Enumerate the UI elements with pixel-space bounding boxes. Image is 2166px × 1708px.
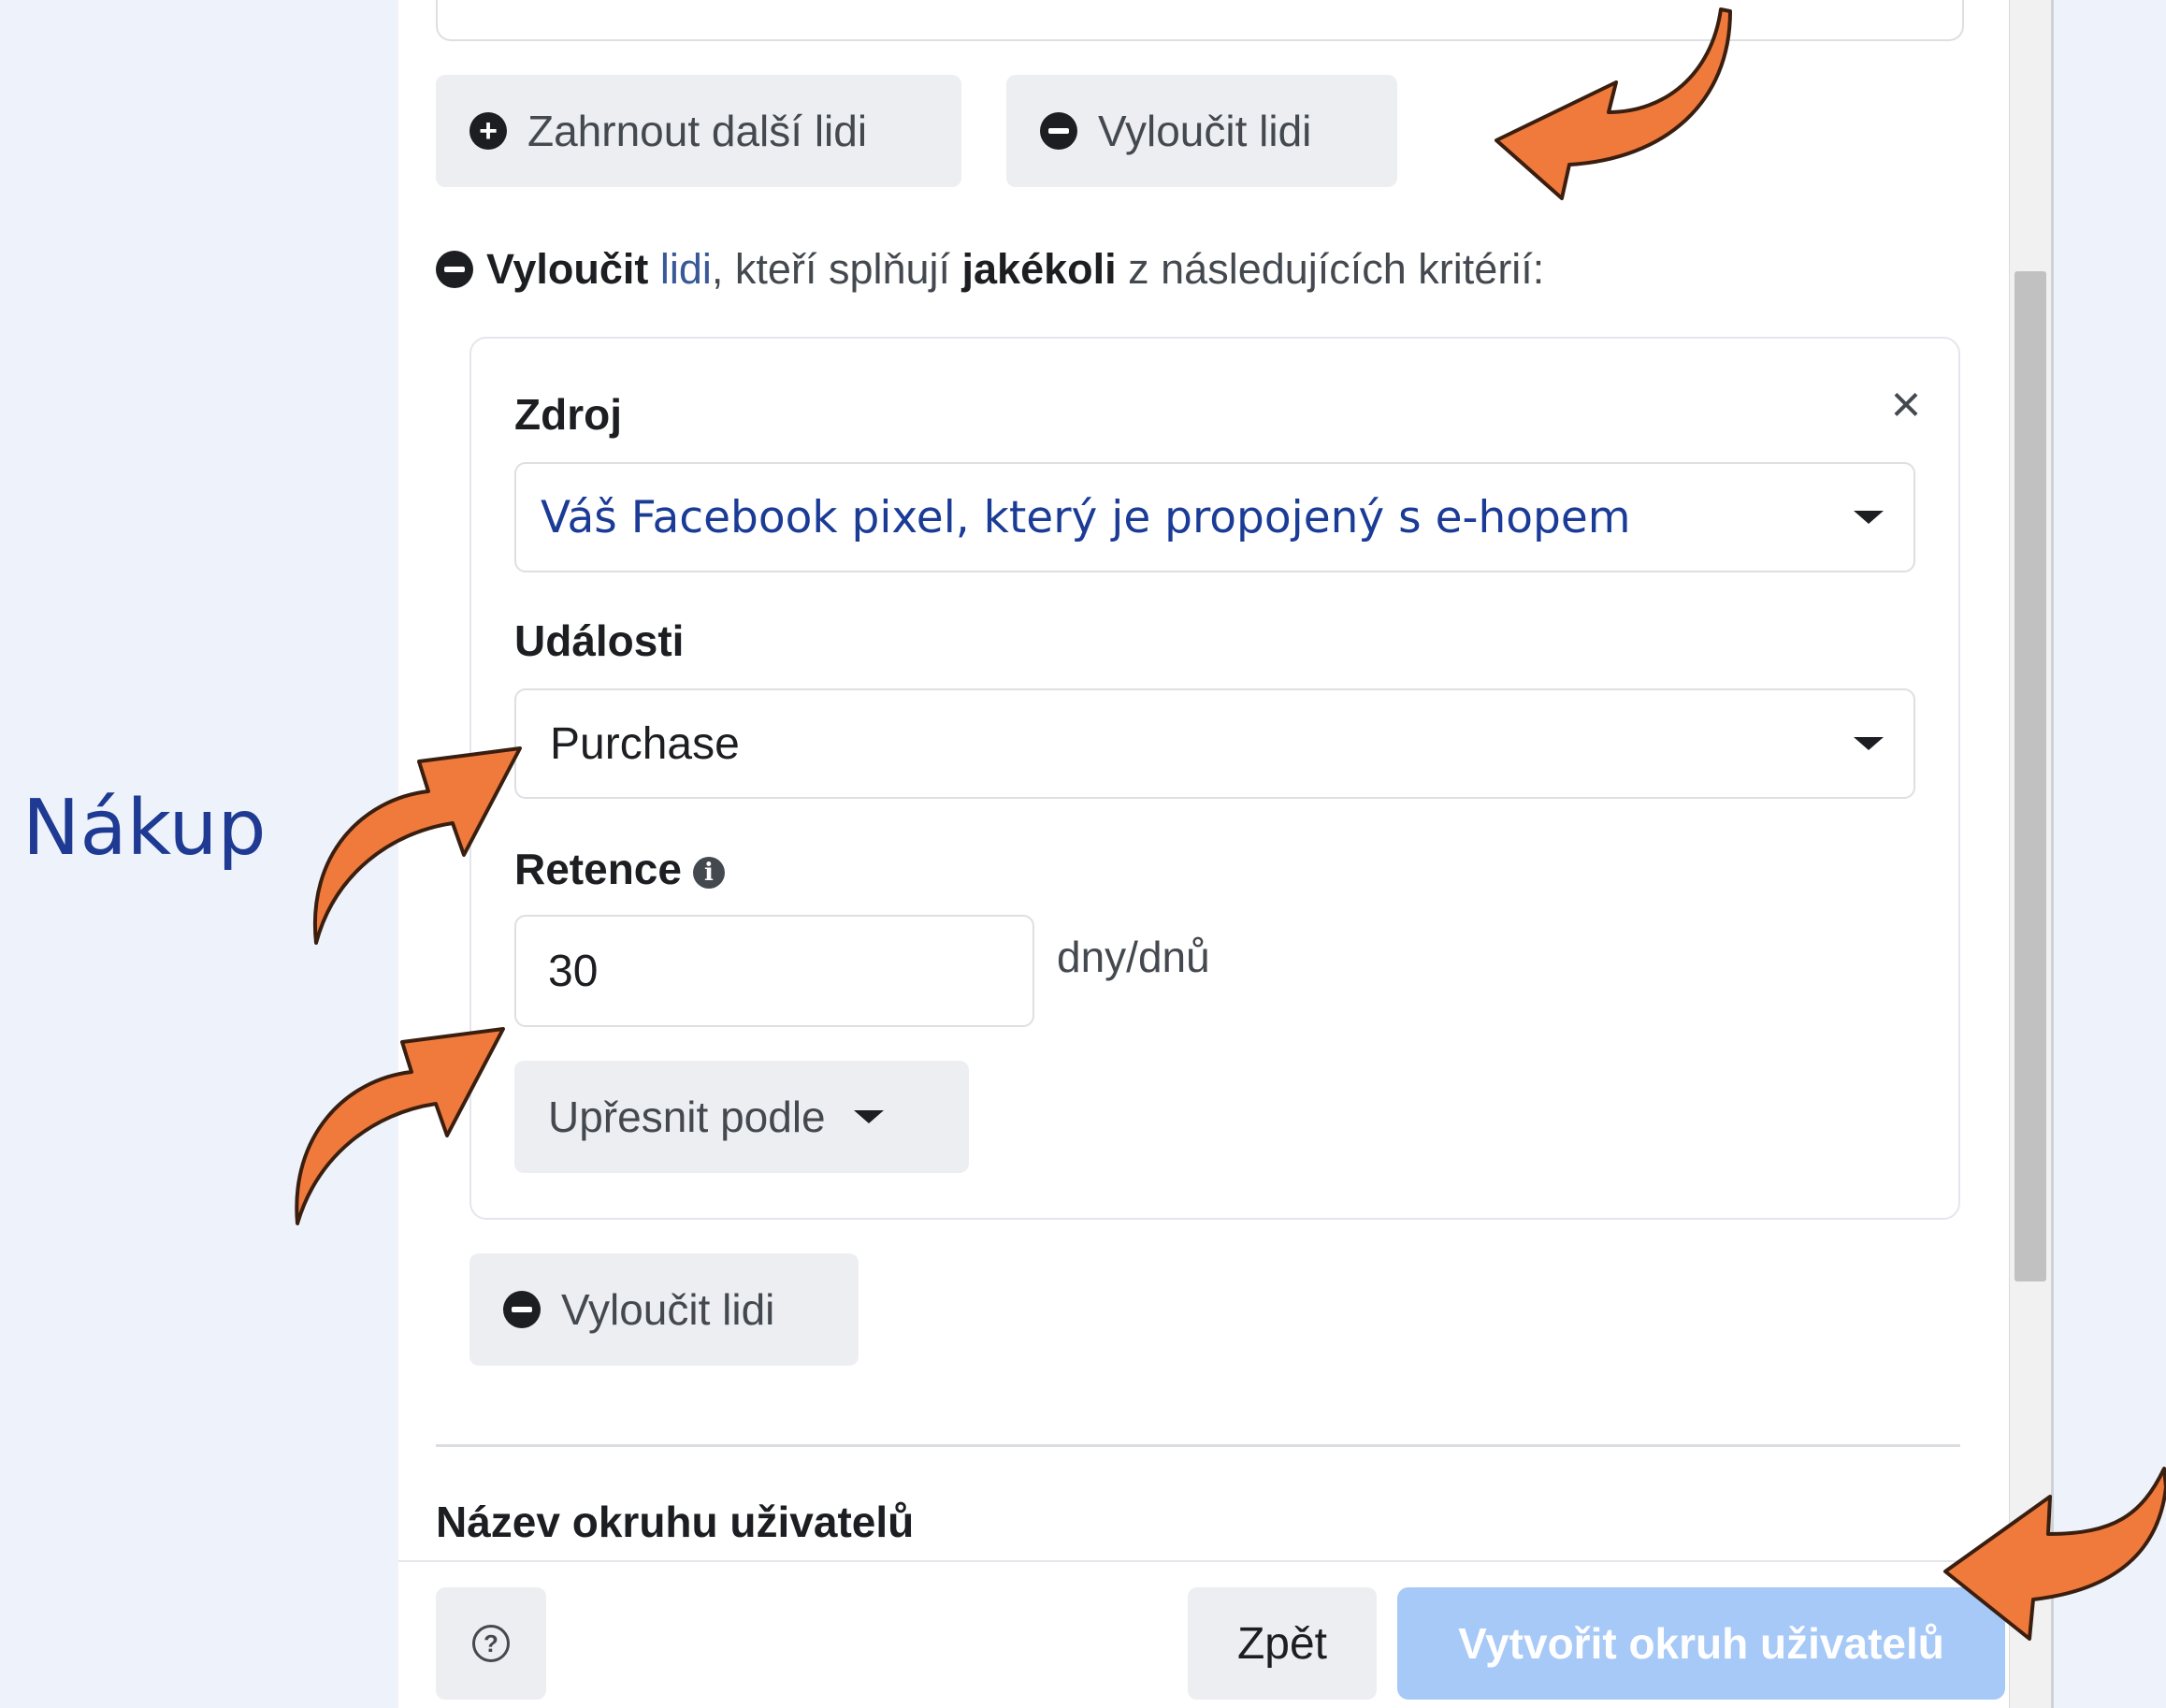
help-button[interactable]: ?: [436, 1587, 546, 1700]
source-select-value: Váš Facebook pixel, který je propojený s…: [541, 491, 1631, 543]
back-button[interactable]: Zpět: [1188, 1587, 1377, 1700]
retention-input[interactable]: 30: [514, 915, 1034, 1027]
exclude-any: jakékoli: [961, 245, 1117, 293]
exclude-people-button[interactable]: Vyloučit lidi: [1006, 75, 1397, 187]
retention-label: Retence: [514, 845, 682, 893]
plus-circle-icon: +: [469, 112, 507, 150]
exclude-middle: , kteří splňují: [711, 245, 962, 293]
refine-by-button[interactable]: Upřesnit podle: [514, 1061, 969, 1173]
scrollbar-thumb[interactable]: [2014, 271, 2046, 1281]
caret-down-icon: [1854, 511, 1884, 524]
annotation-label: Nákup: [22, 784, 267, 873]
exclude-people-label: Vyloučit lidi: [1098, 107, 1312, 155]
audience-name-label: Název okruhu uživatelů: [436, 1498, 915, 1546]
people-link[interactable]: lidi: [660, 245, 712, 293]
create-audience-button[interactable]: Vytvořit okruh uživatelů: [1397, 1587, 2005, 1700]
panel-edge: [2051, 0, 2054, 1708]
exclude-tail: z následujících kritérií:: [1116, 245, 1545, 293]
events-select-value: Purchase: [550, 718, 740, 769]
hand-drawn-arrow-icon: [312, 746, 522, 945]
source-select[interactable]: Váš Facebook pixel, který je propojený s…: [514, 462, 1915, 572]
footer-separator: [398, 1560, 2009, 1562]
hand-drawn-arrow-icon: [1943, 1467, 2166, 1641]
exclude-rule-heading: Vyloučit lidi, kteří splňují jakékoli z …: [436, 241, 1544, 297]
refine-by-label: Upřesnit podle: [548, 1093, 826, 1141]
info-icon[interactable]: i: [692, 856, 725, 889]
retention-unit: dny/dnů: [1057, 933, 1210, 981]
minus-circle-icon: [503, 1291, 541, 1328]
hand-drawn-arrow-icon: [1495, 7, 1732, 200]
close-icon[interactable]: ×: [1880, 378, 1932, 430]
include-more-people-label: Zahrnout další lidi: [527, 107, 868, 155]
exclude-people-secondary-button[interactable]: Vyloučit lidi: [469, 1253, 859, 1366]
help-circle-icon: ?: [472, 1625, 510, 1662]
exclude-rule-text: Vyloučit lidi, kteří splňují jakékoli z …: [486, 245, 1544, 294]
hand-drawn-arrow-icon: [295, 1027, 505, 1225]
retention-label-row: Retence i: [514, 844, 725, 894]
include-more-people-button[interactable]: + Zahrnout další lidi: [436, 75, 961, 187]
retention-input-value: 30: [548, 946, 599, 996]
source-label: Zdroj: [514, 390, 622, 439]
minus-circle-icon: [436, 251, 473, 288]
events-label: Události: [514, 616, 685, 665]
section-divider: [436, 1444, 1960, 1447]
minus-circle-icon: [1040, 112, 1077, 150]
events-select[interactable]: Purchase: [514, 688, 1915, 799]
exclude-people-secondary-label: Vyloučit lidi: [561, 1285, 775, 1334]
caret-down-icon: [853, 1110, 884, 1123]
caret-down-icon: [1854, 737, 1884, 750]
exclude-verb: Vyloučit: [486, 245, 649, 293]
